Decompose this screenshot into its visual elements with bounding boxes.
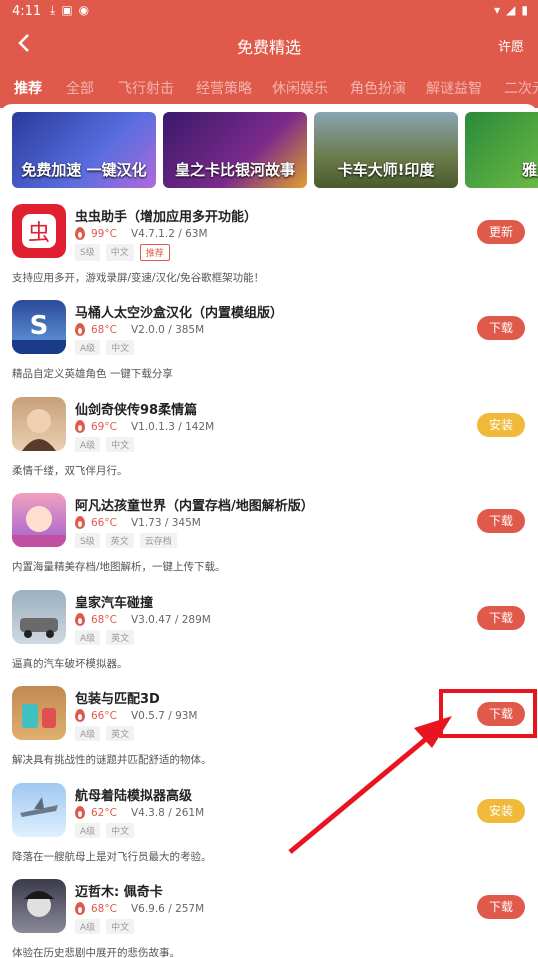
highlight-arrow-icon xyxy=(288,716,452,854)
